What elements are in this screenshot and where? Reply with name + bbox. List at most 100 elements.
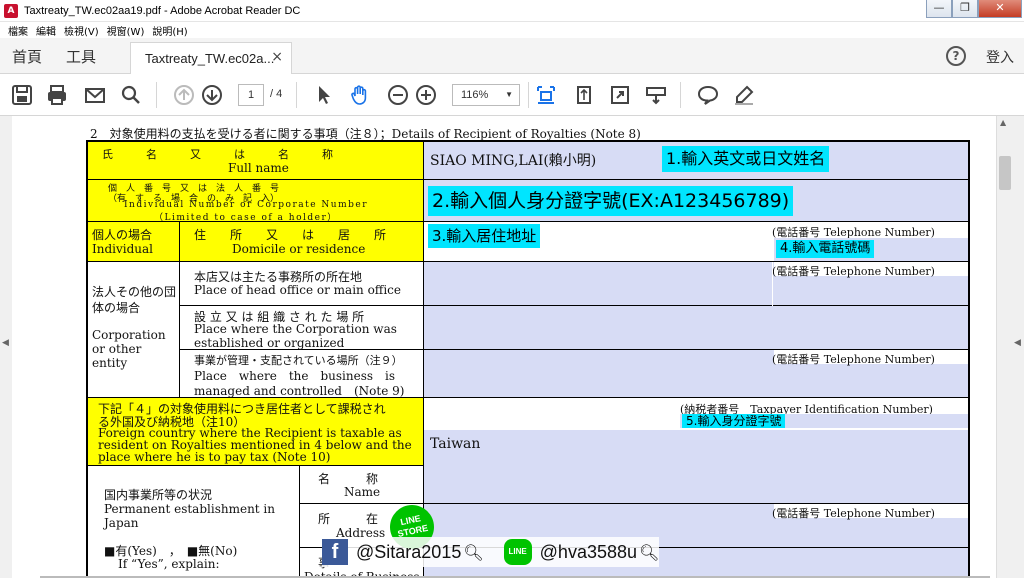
print-icon[interactable] — [45, 83, 69, 107]
full-name-label-cell: 氏 名 又 は 名 称 Full name — [88, 142, 424, 180]
domicile-label-jp: 住 所 又 は 居 所 — [194, 228, 387, 242]
menu-window[interactable]: 視窗(W) — [107, 23, 145, 38]
select-cursor-icon[interactable] — [312, 83, 336, 107]
head-office-field[interactable]: (電話番号 Telephone Number) — [424, 262, 968, 306]
menu-help[interactable]: 說明(H) — [152, 23, 187, 38]
keyboard-icon[interactable] — [644, 83, 668, 107]
toolbar-divider — [680, 82, 681, 108]
full-name-field[interactable]: SIAO MING,LAI(賴小明) 1.輸入英文或日文姓名 — [424, 142, 968, 180]
comment-icon[interactable] — [696, 83, 720, 107]
head-office-label-cell: 本店又は主たる事務所の所在地 Place of head office or m… — [180, 262, 424, 306]
taxpayer-id-field[interactable]: 5.輸入身分證字號 — [680, 414, 968, 428]
expand-left-icon: ◀ — [2, 338, 9, 348]
zoom-out-icon[interactable] — [386, 83, 410, 107]
toolbar-divider — [528, 82, 529, 108]
corporation-label-en1: Corporation — [92, 328, 166, 342]
zoom-level-select[interactable]: 116% ▼ — [452, 84, 520, 106]
minimize-button[interactable]: — — [926, 0, 952, 18]
document-view[interactable]: ◀ ▲ ◀ 2 対象使用料の支払を受ける者に関する事項（注８）；Details … — [0, 116, 1024, 578]
next-page-icon[interactable] — [200, 83, 224, 107]
managed-field[interactable]: (電話番号 Telephone Number) — [424, 350, 968, 398]
full-name-label-jp: 氏 名 又 は 名 称 — [102, 148, 333, 161]
taxpayer-id-note: 5.輸入身分證字號 — [682, 414, 786, 428]
rotate-view-icon[interactable] — [572, 83, 596, 107]
tax-country-value: Taiwan — [430, 436, 481, 452]
pe-name-label-en: Name — [344, 485, 381, 499]
id-number-note: 2.輸入個人身分證字號(EX:A123456789) — [428, 186, 794, 216]
close-window-button[interactable]: ✕ — [978, 0, 1022, 18]
address-note: 3.輸入居住地址 — [428, 224, 541, 248]
tax-country-field[interactable]: Taiwan — [424, 430, 968, 466]
domicile-label-cell: 住 所 又 は 居 所 Domicile or residence — [180, 222, 424, 262]
taxable-label-cell: 下記「４」の対象使用料につき居住者として課税され る外国及び納税地（注10） F… — [88, 398, 424, 466]
save-icon[interactable] — [10, 83, 34, 107]
corporation-label-en2: or other — [92, 342, 142, 356]
pe-address-label-jp: 所 在 — [318, 512, 379, 526]
id-number-label-cell: 個 人 番 号 又 は 法 人 番 号 （有 す る 場 合 の み 記 入） … — [88, 180, 424, 223]
facebook-icon: f — [322, 539, 348, 565]
social-handles-bar: f @Sitara2015 🔍︎ LINE @hva3588u 🔍︎ — [322, 537, 660, 567]
toolbar-divider — [296, 82, 297, 108]
corporation-label-cell: 法人その他の団体の場合 Corporation or other entity — [88, 262, 180, 398]
menu-edit[interactable]: 編輯 — [36, 23, 56, 38]
toolbar-divider — [156, 82, 157, 108]
highlight-pen-icon[interactable] — [732, 83, 756, 107]
tab-home[interactable]: 首頁 — [12, 46, 42, 67]
id-number-field[interactable]: 2.輸入個人身分證字號(EX:A123456789) — [424, 180, 968, 222]
hand-tool-icon[interactable] — [348, 83, 372, 107]
sign-in-button[interactable]: 登入 — [986, 47, 1014, 67]
id-number-label-en: Individual Number or Corporate Number — [124, 200, 369, 210]
recipient-form: 氏 名 又 は 名 称 Full name SIAO MING,LAI(賴小明)… — [86, 140, 970, 578]
zoom-in-icon[interactable] — [414, 83, 438, 107]
document-tab-title: Taxtreaty_TW.ec02a... — [145, 51, 275, 66]
help-icon[interactable]: ? — [946, 46, 966, 66]
scrollbar-thumb[interactable] — [999, 156, 1011, 190]
restore-button[interactable]: ❐ — [952, 0, 978, 18]
pe-name-label-cell: 名 称 Name — [300, 466, 424, 504]
head-office-phone-label: (電話番号 Telephone Number) — [772, 265, 935, 278]
established-field[interactable] — [424, 306, 968, 350]
taxable-field[interactable]: (納税者番号 Taxpayer Identification Number) 5… — [424, 398, 968, 466]
window-controls: — ❐ ✕ — [926, 0, 1022, 18]
menu-file[interactable]: 檔案 — [8, 23, 28, 38]
phone-note: 4.輸入電話號碼 — [776, 240, 875, 258]
window-titlebar: A Taxtreaty_TW.ec02aa19.pdf - Adobe Acro… — [0, 0, 1024, 22]
left-panel-toggle[interactable]: ◀ — [0, 116, 12, 578]
individual-label-en: Individual — [92, 242, 154, 256]
close-icon[interactable]: × — [271, 49, 283, 65]
tab-bar: 首頁 工具 Taxtreaty_TW.ec02a... × ? 登入 — [0, 38, 1024, 74]
scrolling-mode-icon[interactable] — [534, 83, 558, 107]
fit-page-icon[interactable] — [608, 83, 632, 107]
right-panel-toggle[interactable]: ◀ — [1012, 116, 1024, 578]
managed-label-en2: managed and controlled (Note 9) — [194, 384, 405, 398]
full-name-value: SIAO MING,LAI(賴小明) — [430, 153, 597, 169]
corporation-label-jp: 法人その他の団体の場合 — [92, 285, 177, 315]
domicile-field[interactable]: 3.輸入居住地址 (電話番号 Telephone Number) 4.輸入電話號… — [424, 222, 968, 262]
corporation-label-en3: entity — [92, 356, 128, 370]
page-total: / 4 — [270, 88, 283, 100]
individual-label-cell: 個人の場合 Individual — [88, 222, 180, 262]
pe-label-jp: 国内事業所等の状況 — [104, 488, 213, 502]
tab-document[interactable]: Taxtreaty_TW.ec02a... × — [130, 42, 292, 74]
managed-label-cell: 事業が管理・支配されている場所（注９） Place where the busi… — [180, 350, 424, 398]
individual-phone-field[interactable]: 4.輸入電話號碼 — [774, 238, 968, 261]
vertical-scrollbar[interactable]: ▲ — [996, 116, 1012, 578]
search-icon[interactable] — [119, 83, 143, 107]
expand-right-icon: ◀ — [1014, 338, 1021, 348]
line-icon: LINE — [503, 539, 532, 565]
search-icon: 🔍︎ — [463, 542, 484, 562]
pe-label-cell: 国内事業所等の状況 Permanent establishment in Jap… — [88, 466, 300, 578]
tab-tools[interactable]: 工具 — [66, 46, 96, 67]
pe-if-yes: If “Yes”, explain: — [118, 557, 220, 571]
email-icon[interactable] — [83, 83, 107, 107]
acrobat-icon: A — [4, 3, 18, 18]
pe-label-en2: Japan — [104, 516, 139, 530]
pe-name-field[interactable] — [424, 466, 968, 504]
previous-page-icon[interactable] — [172, 83, 196, 107]
page-number-input[interactable]: 1 — [238, 84, 264, 106]
managed-phone-label: (電話番号 Telephone Number) — [772, 353, 935, 366]
menu-view[interactable]: 檢視(V) — [64, 23, 99, 38]
window-title: Taxtreaty_TW.ec02aa19.pdf - Adobe Acroba… — [24, 4, 301, 17]
scroll-up-icon[interactable]: ▲ — [1000, 118, 1006, 127]
head-office-divider — [772, 262, 773, 306]
